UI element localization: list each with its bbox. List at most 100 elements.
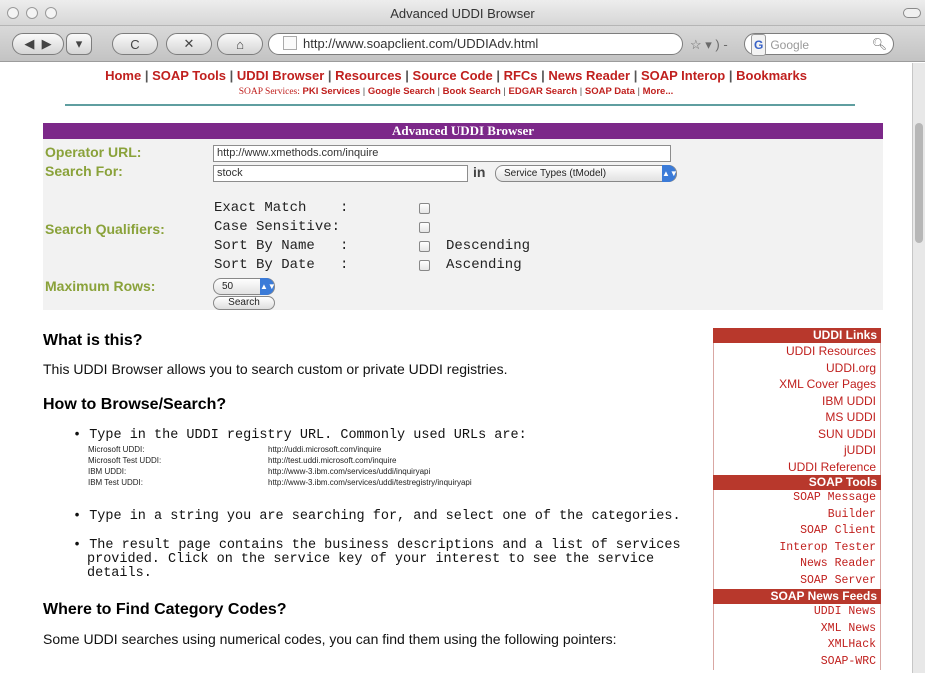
- nav-link-7[interactable]: SOAP Interop: [641, 68, 725, 83]
- nav-link-6[interactable]: News Reader: [548, 68, 630, 83]
- bullet-search-string: • Type in a string you are searching for…: [73, 509, 681, 524]
- nav-separator: |: [725, 68, 737, 83]
- registry-name: IBM Test UDDI:: [88, 478, 143, 487]
- sidebar-section-heading: UDDI Links: [713, 328, 881, 343]
- search-type-select[interactable]: Service Types (tModel) ▲▼: [495, 165, 678, 182]
- toolbar-toggle-button[interactable]: [903, 8, 921, 18]
- qualifier-checkbox[interactable]: [419, 260, 430, 271]
- sidebar-link[interactable]: SOAP Server: [713, 572, 881, 589]
- registry-url: http://test.uddi.microsoft.com/inquire: [268, 456, 397, 465]
- sidebar-link[interactable]: XMLHack: [713, 637, 881, 654]
- reload-icon: C: [130, 36, 140, 52]
- back-forward-buttons[interactable]: ◀ ▶: [12, 33, 64, 55]
- sidebar-link[interactable]: News Reader: [713, 556, 881, 573]
- qualifier-label: Case Sensitive:: [214, 219, 341, 235]
- home-button[interactable]: ⌂: [217, 33, 263, 55]
- nav-separator: |: [324, 68, 336, 83]
- sidebar-link[interactable]: UDDI News: [713, 604, 881, 621]
- sidebar-link[interactable]: SUN UDDI: [713, 425, 881, 442]
- nav-link-4[interactable]: Source Code: [413, 68, 493, 83]
- service-link-3[interactable]: EDGAR Search: [509, 86, 578, 97]
- nav-separator: |: [434, 86, 443, 97]
- qualifier-checkbox[interactable]: [419, 241, 430, 252]
- sidebar-link[interactable]: SOAP-WRC: [713, 653, 881, 670]
- maximum-rows-select[interactable]: 50 ▲▼: [213, 278, 276, 295]
- bookmark-star-icon[interactable]: ☆ ▾ ) -: [690, 37, 728, 53]
- nav-separator: |: [492, 68, 504, 83]
- sidebar-link[interactable]: Builder: [713, 506, 881, 523]
- nav-separator: |: [401, 68, 413, 83]
- nav-separator: |: [500, 86, 509, 97]
- search-for-input[interactable]: stock: [213, 165, 468, 182]
- sidebar-link[interactable]: XML News: [713, 620, 881, 637]
- how-to-browse-heading: How to Browse/Search?: [43, 396, 227, 413]
- search-type-value: Service Types (tModel): [504, 168, 607, 179]
- search-button[interactable]: Search: [213, 296, 275, 310]
- sidebar-link[interactable]: jUDDI: [713, 442, 881, 459]
- qualifier-order-label: Descending: [446, 238, 531, 254]
- search-engine-icon[interactable]: G: [751, 34, 767, 56]
- service-link-4[interactable]: SOAP Data: [585, 86, 635, 97]
- qualifier-checkbox[interactable]: [419, 222, 430, 233]
- search-placeholder: Google: [770, 38, 810, 52]
- sidebar-link[interactable]: SOAP Message: [713, 490, 881, 507]
- sidebar-link[interactable]: UDDI Resources: [713, 343, 881, 360]
- nav-separator: |: [634, 86, 643, 97]
- search-box[interactable]: G Google 🔍︎: [744, 33, 894, 56]
- service-link-1[interactable]: Google Search: [368, 86, 435, 97]
- sidebar-link[interactable]: XML Cover Pages: [713, 376, 881, 393]
- service-link-5[interactable]: More...: [643, 86, 674, 97]
- reload-button[interactable]: C: [112, 33, 158, 55]
- stop-button[interactable]: ✕: [166, 33, 212, 55]
- nav-separator: |: [226, 68, 237, 83]
- home-icon: ⌂: [236, 36, 244, 52]
- nav-separator: |: [141, 68, 153, 83]
- search-icon[interactable]: 🔍︎: [872, 34, 887, 54]
- sidebar-link[interactable]: IBM UDDI: [713, 392, 881, 409]
- sidebar-link[interactable]: UDDI Reference: [713, 458, 881, 475]
- nav-link-5[interactable]: RFCs: [504, 68, 538, 83]
- what-is-this-text: This UDDI Browser allows you to search c…: [43, 361, 508, 377]
- sidebar-link[interactable]: SOAP Client: [713, 523, 881, 540]
- bullet-result-page: • The result page contains the business …: [73, 538, 681, 581]
- maximum-rows-label: Maximum Rows:: [45, 278, 156, 294]
- nav-separator: |: [577, 86, 585, 97]
- top-navigation: Home | SOAP Tools | UDDI Browser | Resou…: [0, 68, 912, 83]
- nav-link-2[interactable]: UDDI Browser: [237, 68, 324, 83]
- forward-arrow-icon[interactable]: ▶: [42, 36, 52, 52]
- service-link-2[interactable]: Book Search: [443, 86, 501, 97]
- address-bar[interactable]: http://www.soapclient.com/UDDIAdv.html: [268, 33, 683, 55]
- title-bar: Advanced UDDI Browser: [0, 0, 925, 26]
- search-qualifiers-label: Search Qualifiers:: [45, 221, 165, 237]
- back-arrow-icon[interactable]: ◀: [24, 36, 34, 52]
- soap-services-nav: SOAP Services: PKI Services | Google Sea…: [0, 86, 912, 97]
- service-link-0[interactable]: PKI Services: [303, 86, 361, 97]
- qualifier-checkbox[interactable]: [419, 203, 430, 214]
- operator-url-label: Operator URL:: [45, 144, 142, 160]
- nav-link-1[interactable]: SOAP Tools: [152, 68, 226, 83]
- registry-url: http://www-3.ibm.com/services/uddi/testr…: [268, 478, 472, 487]
- sidebar-link[interactable]: UDDI.org: [713, 359, 881, 376]
- nav-link-3[interactable]: Resources: [335, 68, 401, 83]
- registry-url: http://www-3.ibm.com/services/uddi/inqui…: [268, 467, 431, 476]
- nav-link-0[interactable]: Home: [105, 68, 141, 83]
- nav-link-8[interactable]: Bookmarks: [736, 68, 807, 83]
- registry-url-list: Microsoft UDDI: http://uddi.microsoft.com…: [88, 444, 472, 488]
- nav-separator: |: [360, 86, 368, 97]
- registry-row: IBM Test UDDI: http://www-3.ibm.com/servi…: [88, 477, 472, 488]
- sidebar-link[interactable]: MS UDDI: [713, 409, 881, 426]
- category-codes-heading: Where to Find Category Codes?: [43, 601, 287, 618]
- sidebar-section-heading: SOAP Tools: [713, 475, 881, 490]
- operator-url-input[interactable]: http://www.xmethods.com/inquire: [213, 145, 671, 162]
- registry-name: Microsoft UDDI:: [88, 445, 145, 454]
- page-icon: [283, 36, 297, 50]
- registry-row: Microsoft Test UDDI: http://test.uddi.mic…: [88, 455, 472, 466]
- scrollbar-thumb[interactable]: [915, 123, 923, 243]
- history-dropdown-button[interactable]: ▾: [66, 33, 92, 55]
- registry-url: http://uddi.microsoft.com/inquire: [268, 445, 382, 454]
- sidebar-link[interactable]: Interop Tester: [713, 539, 881, 556]
- select-arrows-icon: ▲▼: [662, 165, 678, 182]
- vertical-scrollbar[interactable]: [912, 63, 925, 673]
- soap-services-label: SOAP Services:: [238, 87, 300, 97]
- search-for-label: Search For:: [45, 163, 123, 179]
